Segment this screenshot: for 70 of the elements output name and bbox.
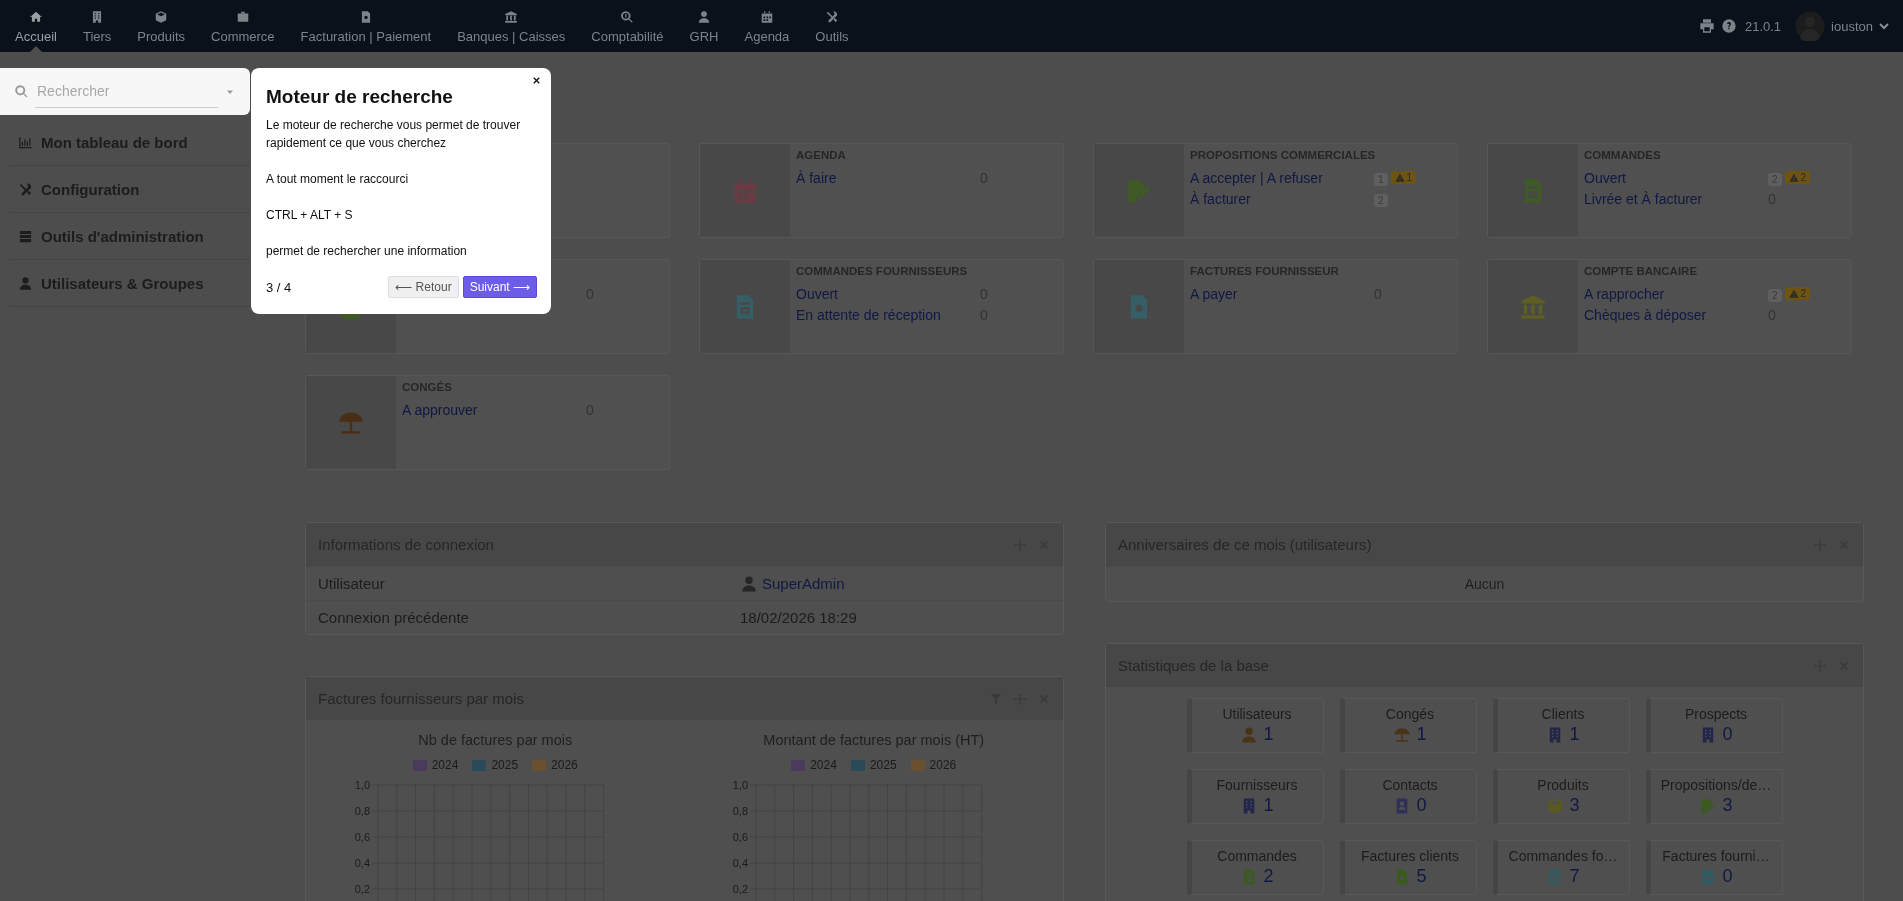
popup-text: Le moteur de recherche vous permet de trouver rapidement ce que vous cherchez: [266, 117, 522, 152]
widget-link[interactable]: À facturer: [1190, 190, 1251, 207]
user-name[interactable]: iouston: [1831, 18, 1873, 34]
tools-icon: [18, 181, 33, 197]
calendar-icon: [759, 10, 774, 24]
warning-icon: [1394, 172, 1405, 183]
warning-count: 1: [1406, 172, 1413, 183]
menu-tab[interactable]: GRH: [676, 0, 732, 52]
warning-icon: [1788, 288, 1799, 299]
tile-count: 3: [1569, 795, 1580, 816]
version-text: 21.0.1: [1744, 18, 1782, 34]
print-icon[interactable]: [1698, 18, 1715, 34]
popup-title: Moteur de recherche: [266, 86, 454, 108]
widget-link[interactable]: A payer: [1190, 285, 1238, 302]
tile-count: 1: [1263, 724, 1274, 745]
menu-tab[interactable]: Agenda: [731, 0, 803, 52]
cube-icon: [154, 10, 169, 24]
widget-link[interactable]: Ouvert: [796, 285, 838, 302]
menu-tab[interactable]: Accueil: [2, 0, 70, 52]
next-button[interactable]: Suivant ⟶: [462, 276, 537, 298]
widget-link[interactable]: A rapprocher: [1584, 285, 1665, 302]
menu-tab[interactable]: Tiers: [69, 0, 125, 52]
avatar-icon[interactable]: [1795, 11, 1826, 41]
menu-tab[interactable]: Facturation | Paiement: [287, 0, 445, 52]
search-field[interactable]: Rechercher: [0, 68, 250, 115]
menu-tab[interactable]: Commerce: [198, 0, 288, 52]
widget-link[interactable]: A approuver: [402, 401, 478, 418]
warning-count: 2: [1800, 288, 1807, 299]
step-counter: 3 / 4: [266, 279, 292, 295]
menu-tab[interactable]: Banques | Caisses: [444, 0, 579, 52]
tile-count: 0: [1416, 795, 1427, 816]
chevron-icon[interactable]: [1879, 21, 1889, 31]
tile-count: 1: [1569, 724, 1580, 745]
close-icon[interactable]: [531, 75, 542, 86]
tile-count: 0: [1722, 866, 1733, 887]
user-icon: [697, 10, 712, 24]
tools-icon: [824, 10, 839, 24]
menu-tab[interactable]: Comptabilité: [578, 0, 677, 52]
tile-count: 3: [1722, 795, 1733, 816]
tile-count: 0: [1722, 724, 1733, 745]
help-icon[interactable]: [1720, 18, 1737, 34]
popup-text: permet de rechercher une information: [266, 243, 468, 260]
tile-count: 2: [1263, 866, 1274, 887]
user-icon: [18, 275, 33, 291]
menu-tab[interactable]: Produits: [124, 0, 199, 52]
warning-icon: [1788, 172, 1799, 183]
popup-text: CTRL + ALT + S: [266, 207, 354, 224]
warning-count: 2: [1800, 172, 1807, 183]
widget-link[interactable]: Ouvert: [1584, 169, 1626, 186]
chart-icon: [18, 134, 33, 150]
search-icon: [14, 84, 29, 99]
back-button[interactable]: ⟵ Retour: [388, 276, 459, 298]
stack-icon: [18, 228, 33, 244]
menu-tab[interactable]: Outils: [802, 0, 862, 52]
widget-link[interactable]: À faire: [796, 169, 837, 186]
briefcase-icon: [235, 10, 250, 24]
search-input[interactable]: Rechercher: [35, 75, 218, 108]
user-icon: [740, 574, 758, 593]
tile-count: 1: [1263, 795, 1274, 816]
tile-count: 7: [1569, 866, 1580, 887]
home-icon: [28, 10, 43, 24]
widget-link[interactable]: A accepter | A refuser: [1190, 169, 1323, 186]
tile-count: 5: [1416, 866, 1427, 887]
widget-link[interactable]: Chèques à déposer: [1584, 306, 1707, 323]
widget-link[interactable]: Livrée et À facturer: [1584, 190, 1703, 207]
widget-link[interactable]: En attente de réception: [796, 306, 941, 323]
popup-text: A tout moment le raccourci: [266, 171, 410, 188]
tile-count: 1: [1416, 724, 1427, 745]
bank-icon: [504, 10, 519, 24]
user-link[interactable]: SuperAdmin: [762, 575, 845, 592]
